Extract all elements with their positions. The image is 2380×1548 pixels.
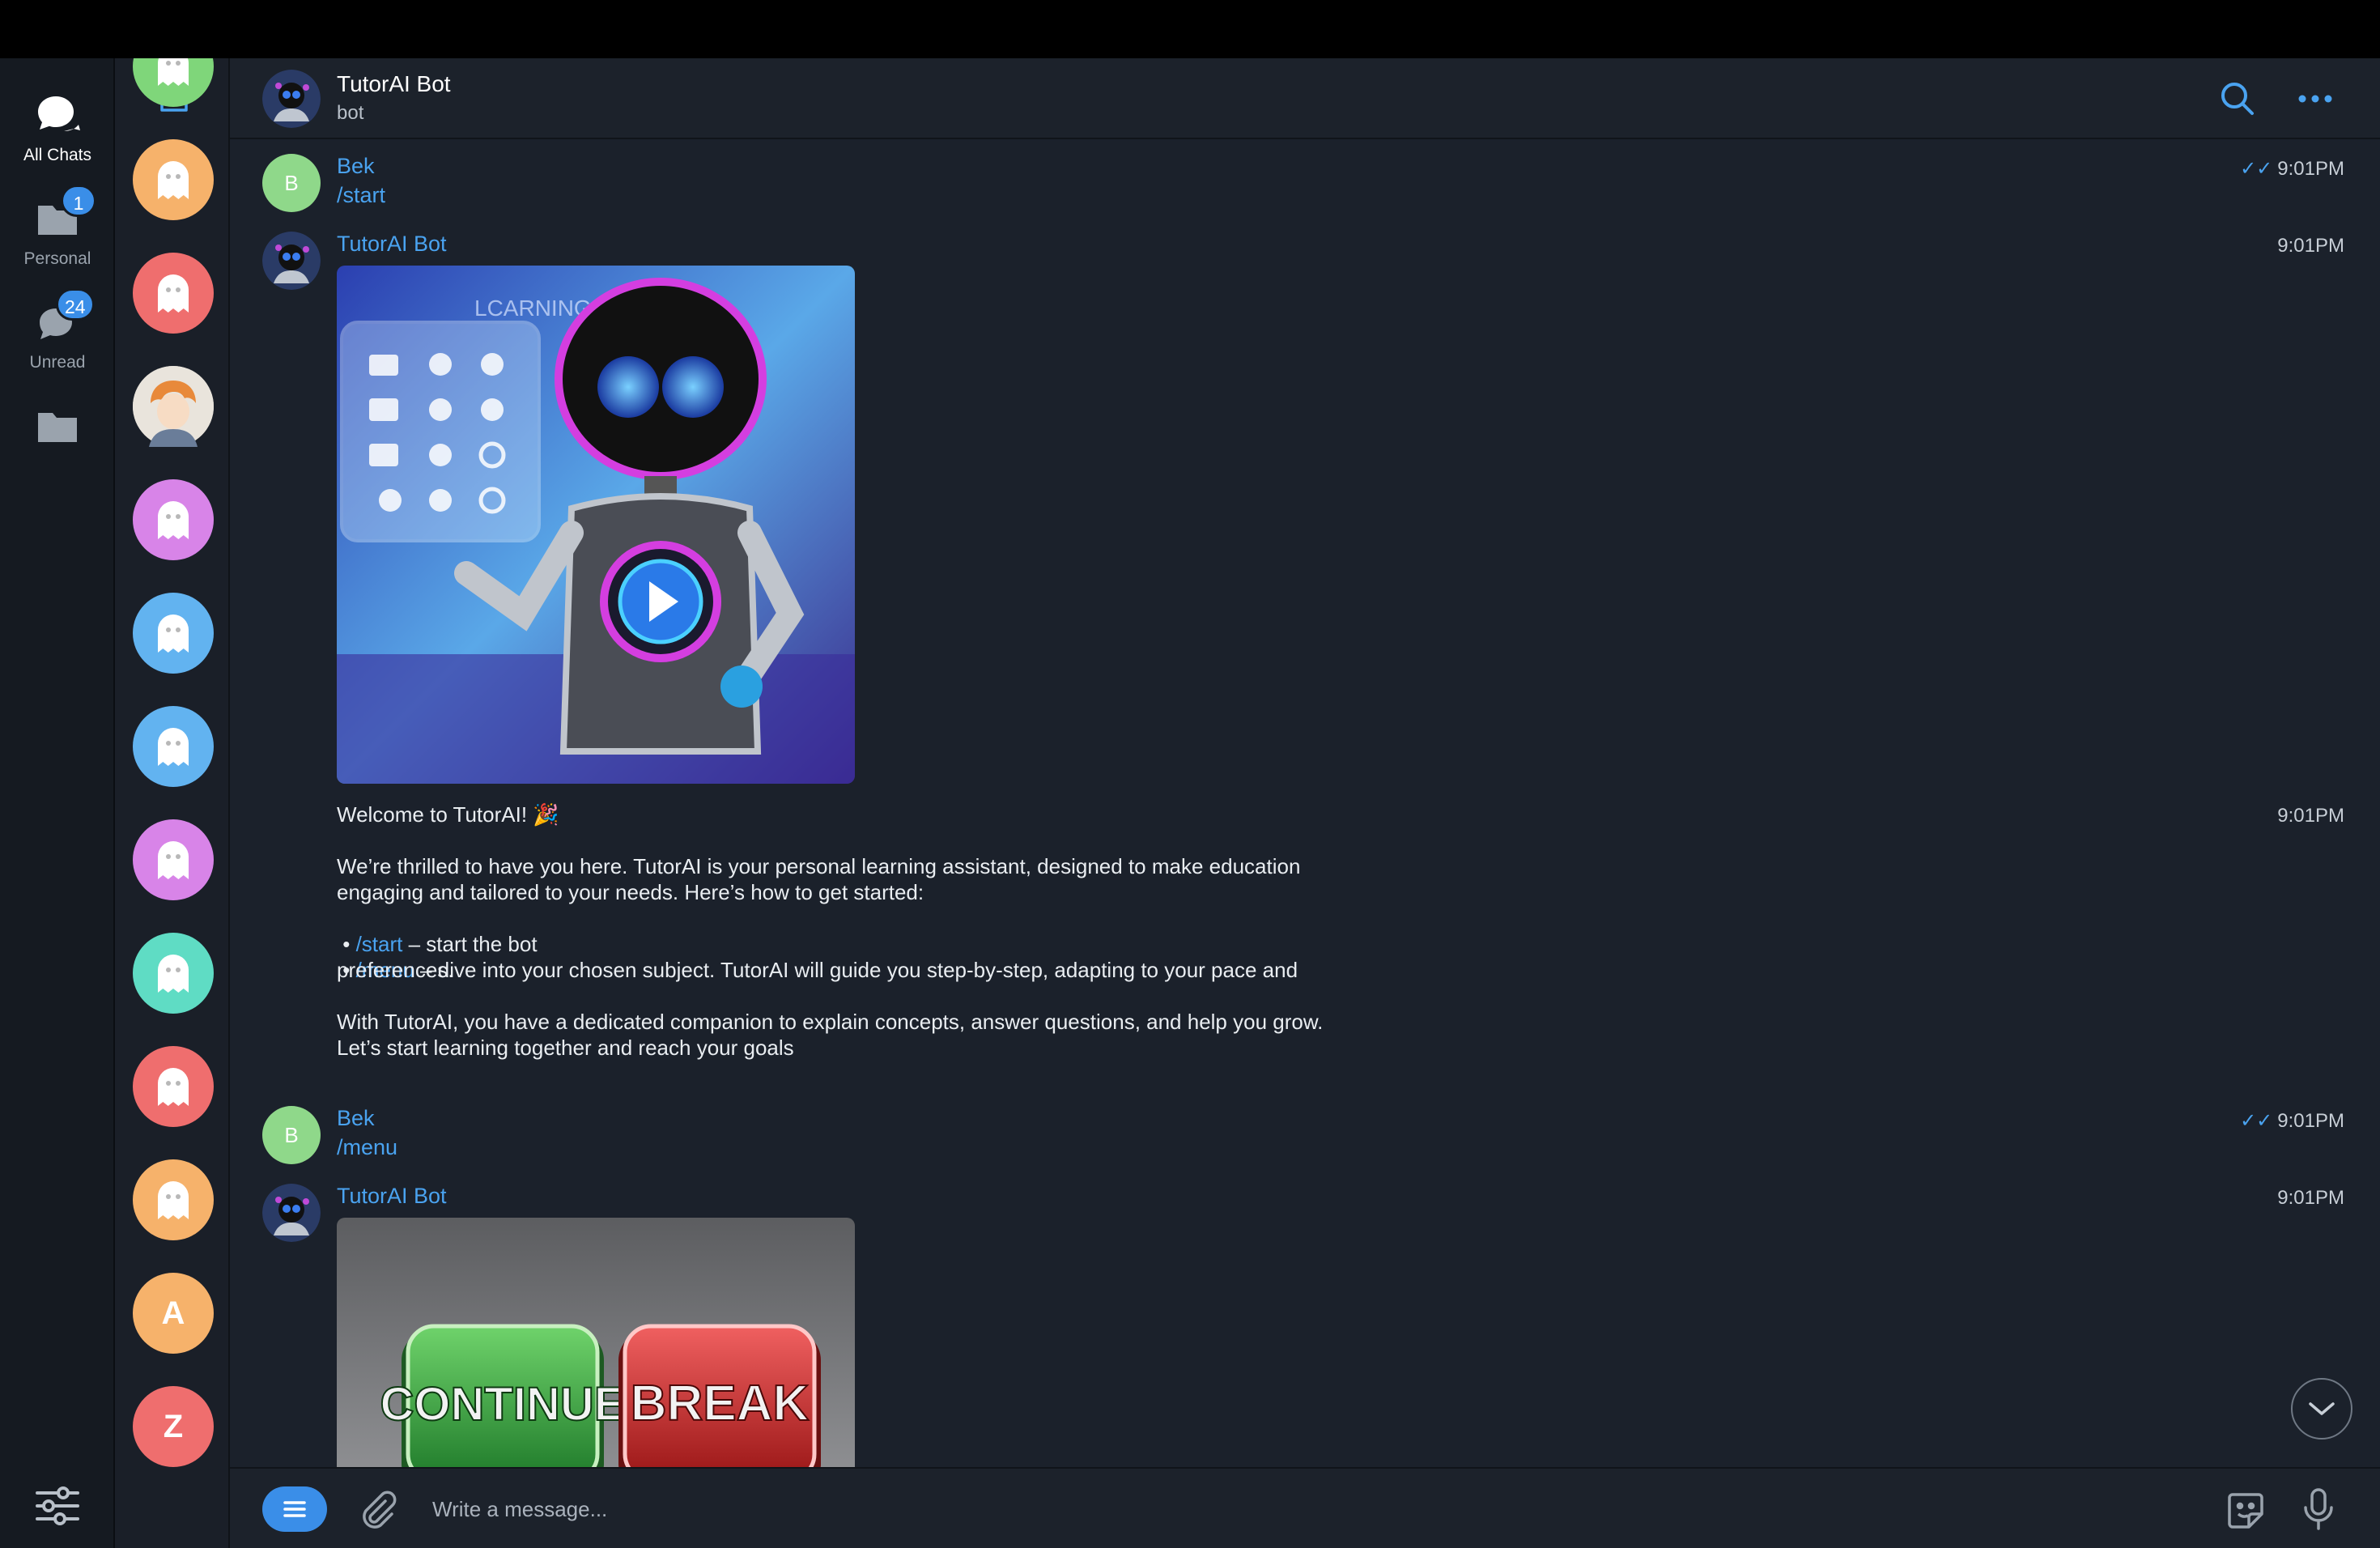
chat-list: AZ <box>115 58 230 1548</box>
message-time: ✓✓ 9:01PM <box>2240 158 2344 180</box>
scroll-down-button[interactable] <box>2291 1378 2352 1440</box>
chat-avatar-letter[interactable]: A <box>133 1273 214 1354</box>
bot-avatar[interactable] <box>262 232 321 290</box>
chat-avatar-letter[interactable]: Z <box>133 1386 214 1467</box>
message-time: ✓✓ 9:01PM <box>2240 1110 2344 1132</box>
folder-unread[interactable]: 24 Unread <box>0 288 115 372</box>
search-icon[interactable] <box>2218 79 2257 118</box>
ghost-icon <box>158 955 189 993</box>
message-sender[interactable]: Bek <box>337 154 375 179</box>
folder-personal[interactable]: 1 Personal <box>0 185 115 269</box>
chat-bubble-icon: 24 <box>32 288 95 347</box>
bot-avatar[interactable] <box>262 1184 321 1242</box>
chat-avatar-ghost[interactable] <box>133 819 214 900</box>
message-command[interactable]: /start <box>337 183 385 208</box>
image-text: LCARNING <box>474 296 592 321</box>
chat-avatar-ghost[interactable] <box>133 706 214 787</box>
folder-label: Personal <box>23 249 91 268</box>
message-sender[interactable]: Bek <box>337 1106 375 1131</box>
ghost-icon <box>158 58 189 86</box>
microphone-icon[interactable] <box>2302 1486 2335 1532</box>
sliders-icon[interactable] <box>31 1482 84 1530</box>
chat-subtitle: bot <box>337 102 364 124</box>
composer-bar <box>230 1467 2380 1548</box>
chat-avatar-ghost[interactable] <box>133 933 214 1014</box>
chat-header: TutorAI Bot bot <box>230 58 2380 139</box>
ghost-icon <box>158 274 189 313</box>
message-sender[interactable]: TutorAI Bot <box>337 1184 447 1209</box>
folder-icon: 1 <box>32 185 96 243</box>
chat-avatar-ghost[interactable] <box>133 253 214 334</box>
folder-all-chats[interactable]: All Chats <box>0 91 115 165</box>
unread-badge: 24 <box>56 288 95 321</box>
bot-avatar[interactable] <box>262 70 321 128</box>
welcome-closing: With TutorAI, you have a dedicated compa… <box>337 1010 1324 1060</box>
chat-avatar-ghost[interactable] <box>133 593 214 674</box>
ghost-icon <box>158 1068 189 1106</box>
read-ticks-icon: ✓✓ <box>2240 1110 2273 1132</box>
ghost-icon <box>158 841 189 879</box>
continue-label: CONTINUE <box>380 1378 626 1431</box>
personal-badge: 1 <box>61 185 96 217</box>
sticker-icon[interactable] <box>2225 1490 2267 1532</box>
chat-panel: TutorAI Bot bot B Bek /start ✓✓ 9:01PM Tu… <box>230 58 2380 1548</box>
ghost-icon <box>158 728 189 766</box>
ghost-icon <box>158 501 189 539</box>
chat-avatar-ghost[interactable] <box>133 58 214 107</box>
ghost-icon <box>158 161 189 199</box>
message-input[interactable] <box>432 1485 2173 1533</box>
chats-icon <box>32 91 83 139</box>
more-icon[interactable] <box>2297 87 2333 110</box>
welcome-paragraph: We’re thrilled to have you here. TutorAI… <box>337 854 1301 904</box>
chevron-down-icon <box>2309 1402 2335 1415</box>
robot-image[interactable]: LCARNING <box>337 266 855 784</box>
bullet-menu-cont: preferences. <box>337 958 454 982</box>
ghost-icon <box>158 1181 189 1219</box>
read-ticks-icon: ✓✓ <box>2240 158 2273 180</box>
chat-avatar-photo[interactable] <box>133 366 214 447</box>
chat-title: TutorAI Bot <box>337 71 451 96</box>
folder-rail: All Chats 1 Personal 24 Unread <box>0 58 115 1548</box>
welcome-title: Welcome to TutorAI! 🎉 <box>337 802 559 827</box>
message-time: 9:01PM <box>2277 1187 2344 1209</box>
folder-custom[interactable] <box>0 402 115 450</box>
ghost-icon <box>158 615 189 653</box>
message-command[interactable]: /menu <box>337 1135 397 1160</box>
menu-icon <box>283 1501 306 1517</box>
user-avatar[interactable]: B <box>262 154 321 212</box>
break-label: BREAK <box>631 1376 810 1431</box>
chat-avatar-ghost[interactable] <box>133 139 214 220</box>
menu-buttons-image[interactable]: CONTINUE BREAK <box>337 1218 855 1467</box>
user-avatar[interactable]: B <box>262 1106 321 1164</box>
top-status-bar <box>0 0 2380 58</box>
attach-icon[interactable] <box>356 1488 398 1530</box>
message-time: 9:01PM <box>2277 805 2344 827</box>
folder-label: Unread <box>29 353 86 372</box>
chat-avatar-ghost[interactable] <box>133 1159 214 1240</box>
bot-menu-button[interactable] <box>262 1486 327 1532</box>
message-time: 9:01PM <box>2277 235 2344 257</box>
folder-icon <box>32 402 83 450</box>
chat-avatar-ghost[interactable] <box>133 1046 214 1127</box>
message-sender[interactable]: TutorAI Bot <box>337 232 447 257</box>
chat-avatar-ghost[interactable] <box>133 479 214 560</box>
folder-label: All Chats <box>23 146 92 164</box>
